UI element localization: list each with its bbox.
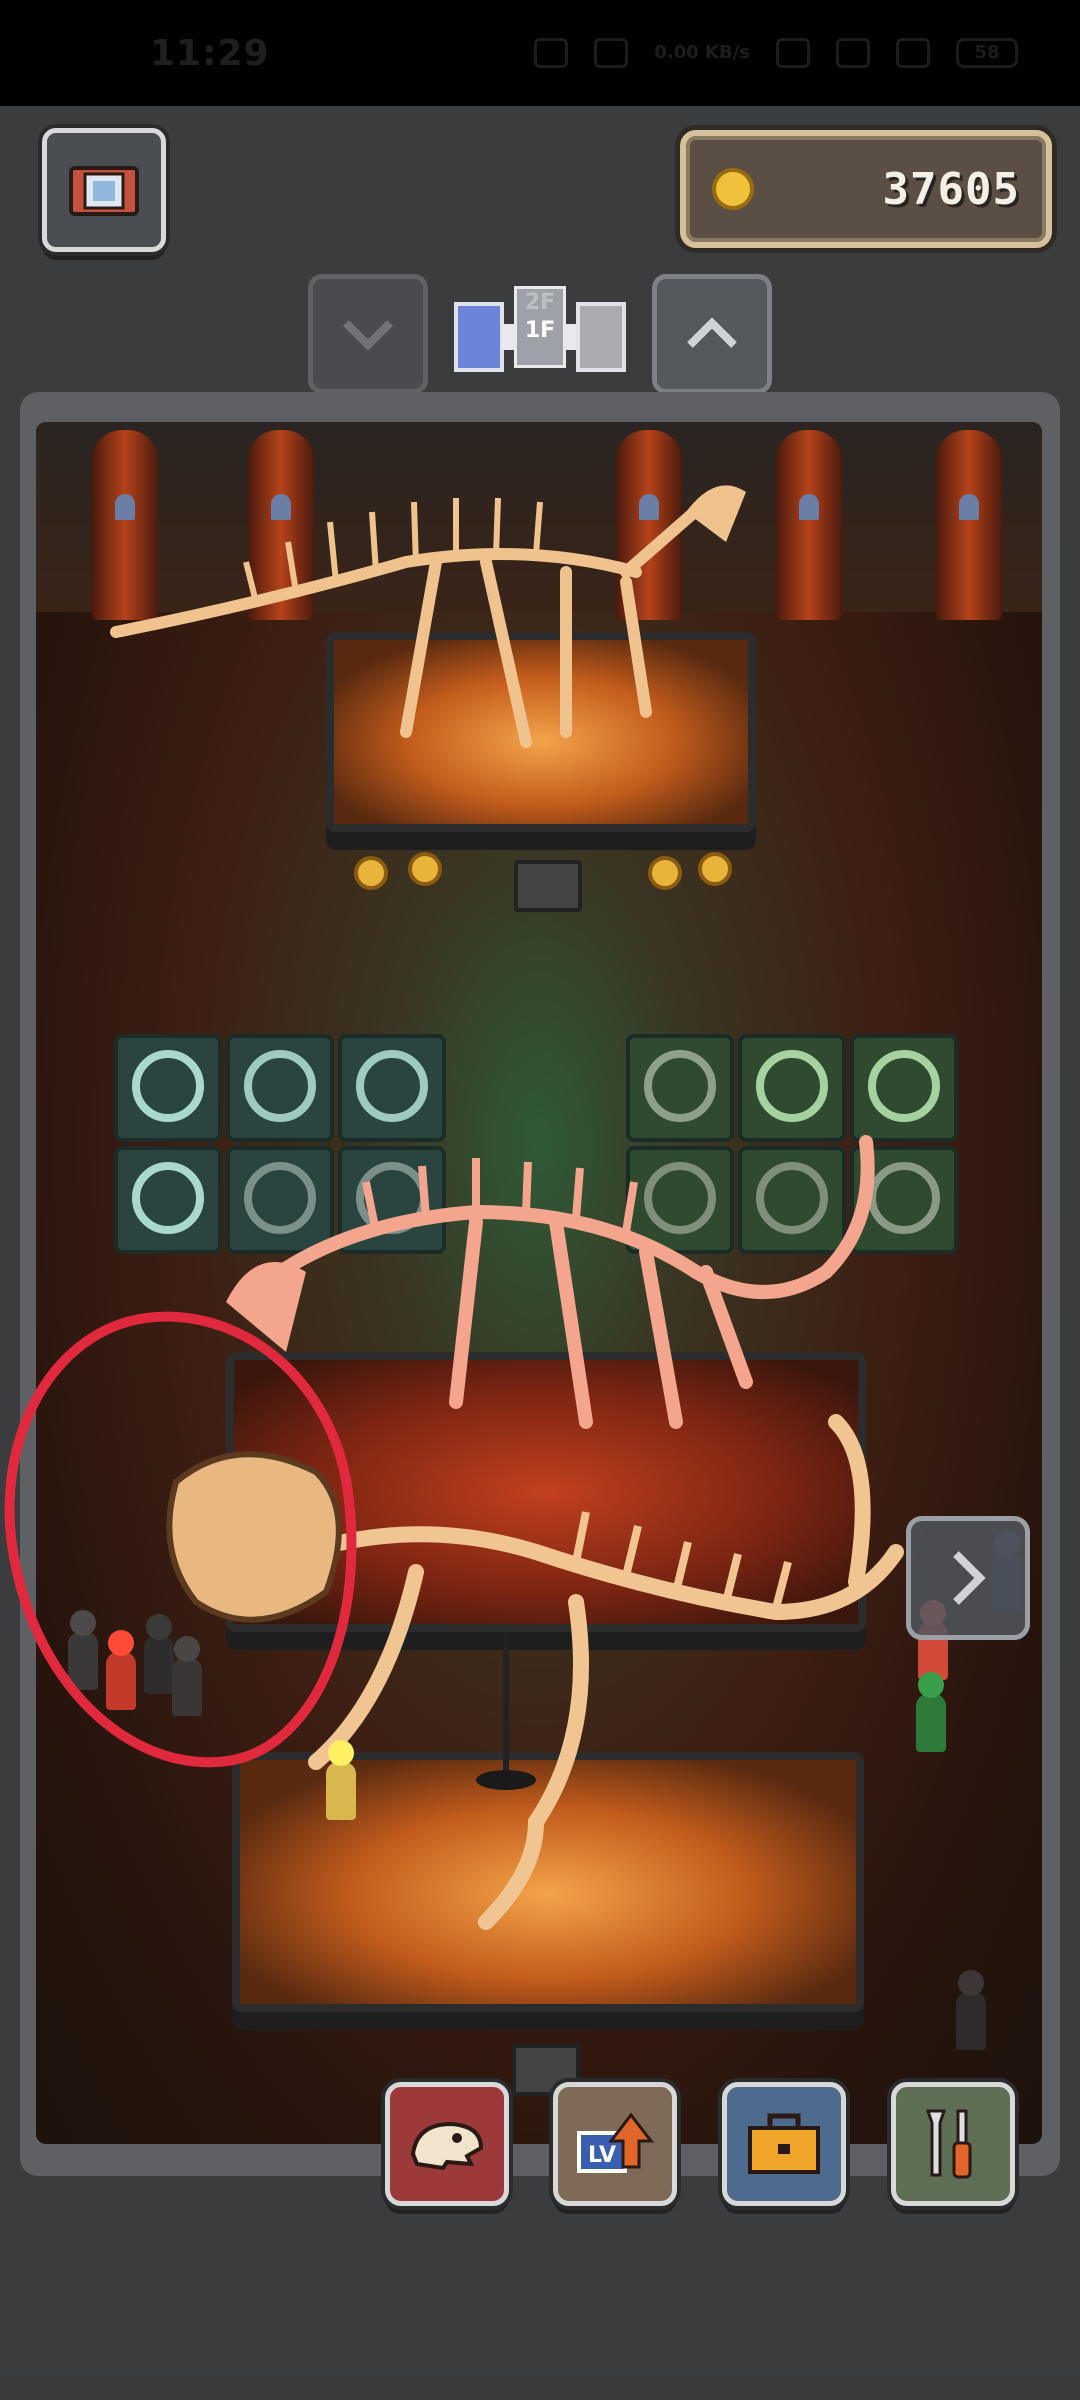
alarm-icon xyxy=(534,38,569,68)
floor-map-wing-active xyxy=(454,302,504,372)
floor-indicator: 2F 1F xyxy=(514,286,566,368)
floor-navigation: 2F 1F xyxy=(308,274,772,394)
battery-icon: 58 xyxy=(956,38,1018,68)
coin-drop[interactable] xyxy=(354,856,388,890)
floor-map-wing xyxy=(576,302,626,372)
next-room-button[interactable] xyxy=(906,1516,1030,1640)
exhibit-room[interactable] xyxy=(36,422,1042,2144)
pillar xyxy=(936,430,1002,620)
camera-icon xyxy=(69,166,139,216)
chevron-down-icon xyxy=(343,320,393,351)
coin-icon xyxy=(712,168,754,210)
status-time: 11:29 xyxy=(150,32,270,74)
chevron-right-icon xyxy=(953,1551,986,1605)
fossil-display[interactable] xyxy=(114,1034,222,1142)
svg-text:LV: LV xyxy=(588,2143,616,2168)
chevron-up-icon xyxy=(687,317,737,348)
camera-button[interactable] xyxy=(42,128,166,252)
floor-up-button[interactable] xyxy=(652,274,772,394)
visitor[interactable] xyxy=(916,1694,946,1752)
floor-down-button[interactable] xyxy=(308,274,428,394)
wrench-screwdriver-icon xyxy=(925,2109,972,2179)
fossil-collection-button[interactable] xyxy=(385,2082,509,2206)
pillar xyxy=(776,430,842,620)
floor-map: 2F 1F xyxy=(454,286,626,378)
navigation-bar xyxy=(0,2376,1080,2400)
coin-value: 37605 xyxy=(882,163,1020,215)
settings-tools-button[interactable] xyxy=(891,2082,1015,2206)
dinosaur-skeleton-top[interactable] xyxy=(106,462,766,792)
coin-counter: 37605 xyxy=(680,130,1052,248)
toolbox-button[interactable] xyxy=(722,2082,846,2206)
status-icons: 0.00 KB/s 58 xyxy=(534,38,1018,68)
visitor[interactable] xyxy=(326,1762,356,1820)
status-bar: 11:29 0.00 KB/s 58 xyxy=(0,0,1080,106)
museum-floor xyxy=(20,392,1060,2176)
fossil-skull-icon xyxy=(410,2121,484,2171)
toolbox-icon xyxy=(748,2113,820,2174)
visitor[interactable] xyxy=(956,1992,986,2050)
level-up-icon: LV xyxy=(577,2112,655,2173)
hd-icon xyxy=(836,38,870,68)
signal-icon xyxy=(896,38,930,68)
network-speed: 0.00 KB/s xyxy=(654,42,750,63)
exhibit-placard[interactable] xyxy=(514,860,582,912)
wifi-icon xyxy=(776,38,810,68)
vibrate-icon xyxy=(594,38,629,68)
coin-drop[interactable] xyxy=(698,852,732,886)
level-up-button[interactable]: LV xyxy=(553,2082,677,2206)
coin-drop[interactable] xyxy=(648,856,682,890)
coin-drop[interactable] xyxy=(408,852,442,886)
fossil-display[interactable] xyxy=(114,1146,222,1254)
